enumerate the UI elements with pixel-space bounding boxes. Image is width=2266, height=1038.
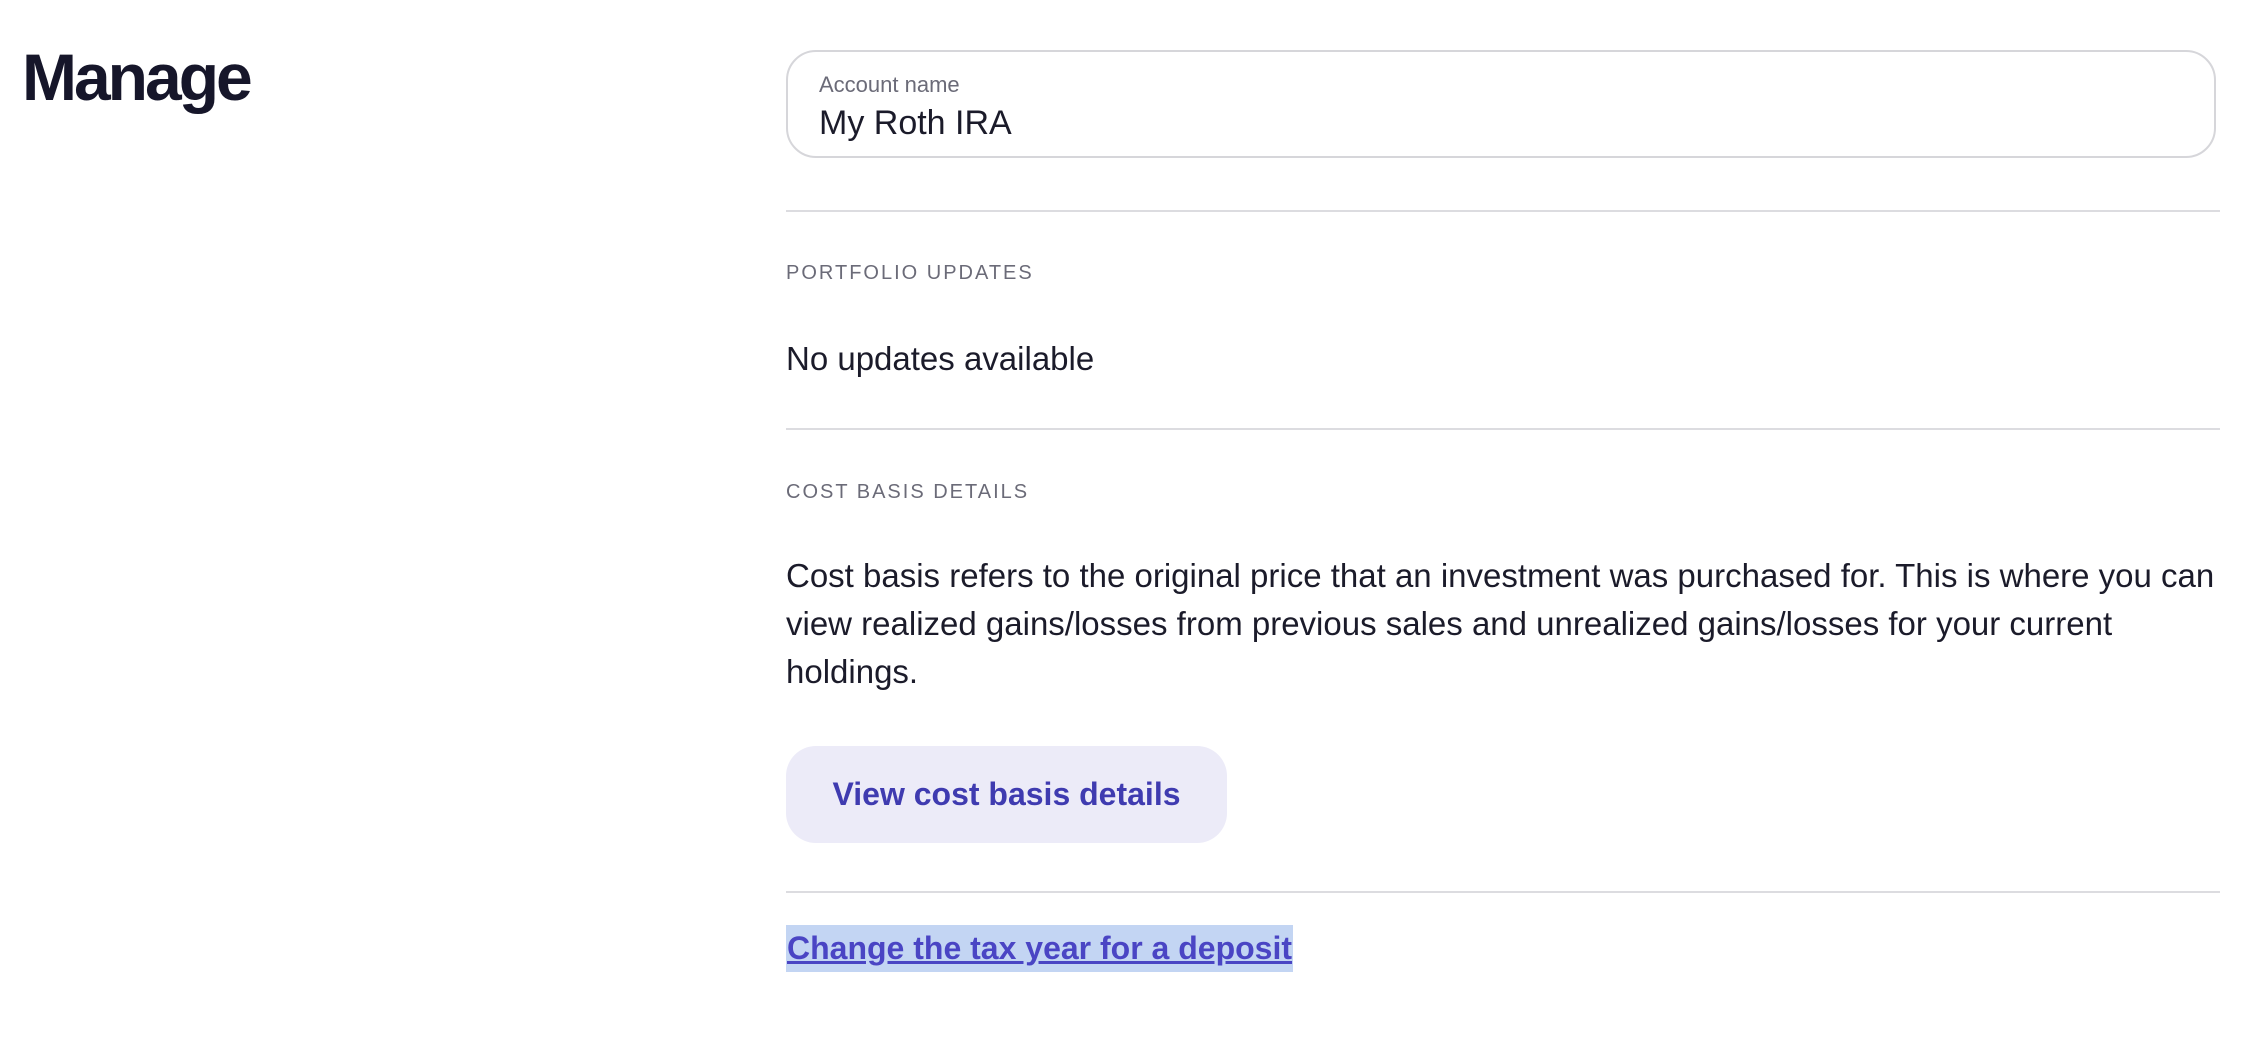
portfolio-updates-message: No updates available — [786, 340, 1095, 377]
divider — [786, 210, 2220, 212]
portfolio-updates-heading: PORTFOLIO UPDATES — [786, 262, 1034, 284]
account-name-input[interactable] — [819, 104, 2179, 143]
divider — [786, 891, 2220, 893]
divider — [786, 428, 2220, 430]
account-name-label: Account name — [819, 72, 960, 97]
cost-basis-heading: COST BASIS DETAILS — [786, 481, 1030, 503]
manage-page: Manage Account name PORTFOLIO UPDATES No… — [0, 0, 2266, 1038]
cost-basis-description: Cost basis refers to the original price … — [786, 557, 2215, 690]
view-cost-basis-button[interactable]: View cost basis details — [786, 746, 1227, 843]
page-title: Manage — [22, 40, 253, 114]
account-name-field[interactable]: Account name — [786, 50, 2216, 158]
change-tax-year-link[interactable]: Change the tax year for a deposit — [786, 925, 1294, 972]
